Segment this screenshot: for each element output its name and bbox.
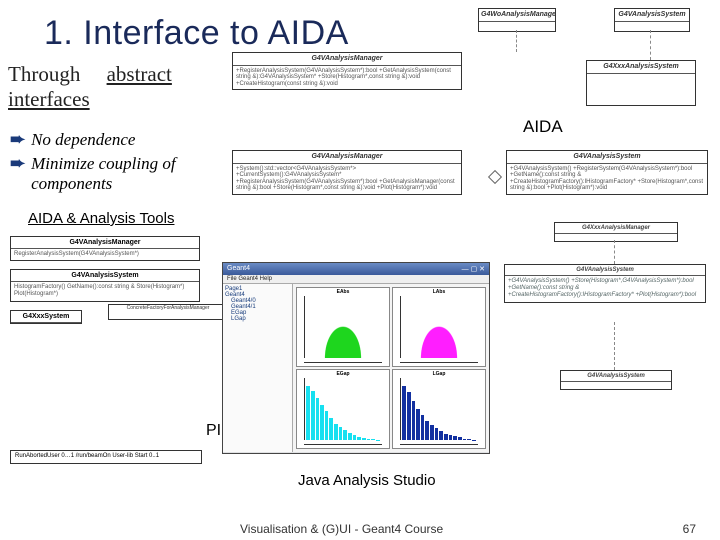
uml-top-a-head: G4WoAnalysisManager bbox=[479, 9, 555, 22]
uml-top-manager-body: +RegisterAnalysisSystem(G4VAnalysisSyste… bbox=[233, 66, 461, 90]
uml-top-right-body bbox=[587, 74, 695, 85]
plots-grid: EAbs LAbs EGap LGap bbox=[293, 284, 489, 452]
plot-title: LGap bbox=[433, 371, 446, 377]
slide-title: 1. Interface to AIDA bbox=[0, 0, 720, 57]
connector-label: ConcreteFactoryForAnalysisManager bbox=[108, 304, 228, 320]
window-titlebar: Geant4 — ▢ ✕ bbox=[223, 263, 489, 275]
plot-egap: EGap bbox=[296, 369, 390, 449]
bullet-list: ➨ No dependence ➨ Minimize coupling of c… bbox=[10, 130, 176, 198]
uml-mid-manager-head: G4VAnalysisManager bbox=[233, 151, 461, 164]
uml-left-box3: G4XxxSystem bbox=[10, 310, 82, 324]
uml-left-box2-head: G4VAnalysisSystem bbox=[11, 270, 199, 282]
uml-right-box2-body: +G4VAnalysisSystem() +Store(Histogram*,G… bbox=[505, 276, 705, 302]
subhead-interfaces: interfaces bbox=[8, 87, 90, 111]
uml-top-manager-head: G4VAnalysisManager bbox=[233, 53, 461, 66]
tree-panel[interactable]: Page1 Geant4 Geant4/0 Geant4/1 EGap LGap bbox=[223, 284, 293, 452]
uml-right-box1: G4XxxAnalysisManager bbox=[554, 222, 678, 242]
connector bbox=[516, 30, 517, 52]
arrow-icon: ➨ bbox=[10, 130, 25, 148]
footer-page: 67 bbox=[683, 522, 696, 536]
uml-left-box1-body: RegisterAnalysisSystem(G4VAnalysisSystem… bbox=[11, 249, 199, 260]
uml-right-box2-head: G4VAnalysisSystem bbox=[505, 265, 705, 276]
bullet-1: ➨ No dependence bbox=[10, 130, 176, 150]
plot-eabs: EAbs bbox=[296, 287, 390, 367]
analysis-app-window: Geant4 — ▢ ✕ File Geant4 Help Page1 Gean… bbox=[222, 262, 490, 454]
uml-mid-manager: G4VAnalysisManager +System():std::vector… bbox=[232, 150, 462, 195]
status-bar: RunAbortedUser 0…1 /run/beamOn User-lib … bbox=[10, 450, 202, 464]
plot-labs: LAbs bbox=[392, 287, 486, 367]
uml-left-box1: G4VAnalysisManager RegisterAnalysisSyste… bbox=[10, 236, 200, 261]
uml-top-right-head: G4XxxAnalysisSystem bbox=[587, 61, 695, 74]
uml-left-box2: G4VAnalysisSystem HistogramFactory() Get… bbox=[10, 269, 200, 301]
aggregation-icon bbox=[488, 170, 502, 184]
uml-left-box3-head: G4XxxSystem bbox=[11, 311, 81, 323]
tools-subheading: AIDA & Analysis Tools bbox=[28, 210, 174, 227]
menubar[interactable]: File Geant4 Help bbox=[223, 275, 489, 284]
window-title: Geant4 bbox=[227, 265, 250, 273]
uml-top-a: G4WoAnalysisManager bbox=[478, 8, 556, 32]
connector bbox=[614, 240, 615, 264]
uml-right-box3: G4VAnalysisSystem bbox=[560, 370, 672, 390]
uml-mid-right-head: G4VAnalysisSystem bbox=[507, 151, 707, 164]
uml-left-box2-body: HistogramFactory() GetName():const strin… bbox=[11, 282, 199, 300]
uml-mid-right-body: +G4VAnalysisSystem() +RegisterSystem(G4V… bbox=[507, 164, 707, 194]
uml-right-box3-head: G4VAnalysisSystem bbox=[561, 371, 671, 382]
arrow-icon: ➨ bbox=[10, 154, 25, 172]
subhead-through: Through bbox=[8, 62, 80, 86]
subhead-abstract: abstract bbox=[107, 62, 172, 86]
bullet-2-line1: Minimize coupling of bbox=[31, 154, 175, 173]
subheading: Through abstract interfaces bbox=[8, 62, 172, 112]
uml-mid-manager-body: +System():std::vector<G4VAnalysisSystem*… bbox=[233, 164, 461, 194]
plot-lgap: LGap bbox=[392, 369, 486, 449]
bullet-2: ➨ Minimize coupling of components bbox=[10, 154, 176, 194]
plot-title: EAbs bbox=[337, 289, 350, 295]
bullet-2-line2: components bbox=[31, 174, 112, 193]
uml-top-b-head: G4VAnalysisSystem bbox=[615, 9, 689, 22]
uml-top-right: G4XxxAnalysisSystem bbox=[586, 60, 696, 106]
tree-item[interactable]: LGap bbox=[225, 316, 290, 322]
uml-right-box2: G4VAnalysisSystem +G4VAnalysisSystem() +… bbox=[504, 264, 706, 303]
connector bbox=[650, 30, 651, 60]
plot-title: EGap bbox=[336, 371, 349, 377]
window-controls-icon: — ▢ ✕ bbox=[462, 265, 485, 273]
bullet-2-text: Minimize coupling of components bbox=[31, 154, 175, 194]
uml-top-b: G4VAnalysisSystem bbox=[614, 8, 690, 32]
uml-top-manager: G4VAnalysisManager +RegisterAnalysisSyst… bbox=[232, 52, 462, 90]
uml-left-box1-head: G4VAnalysisManager bbox=[11, 237, 199, 249]
connector bbox=[614, 322, 615, 370]
plot-title: LAbs bbox=[433, 289, 446, 295]
java-analysis-studio-label: Java Analysis Studio bbox=[290, 470, 444, 491]
aida-label: AIDA bbox=[515, 115, 571, 139]
bullet-1-text: No dependence bbox=[31, 130, 135, 150]
slide-footer: Visualisation & (G)UI - Geant4 Course 67 bbox=[0, 522, 710, 536]
uml-mid-right: G4VAnalysisSystem +G4VAnalysisSystem() +… bbox=[506, 150, 708, 195]
footer-course: Visualisation & (G)UI - Geant4 Course bbox=[240, 522, 443, 536]
uml-right-box1-head: G4XxxAnalysisManager bbox=[555, 223, 677, 234]
